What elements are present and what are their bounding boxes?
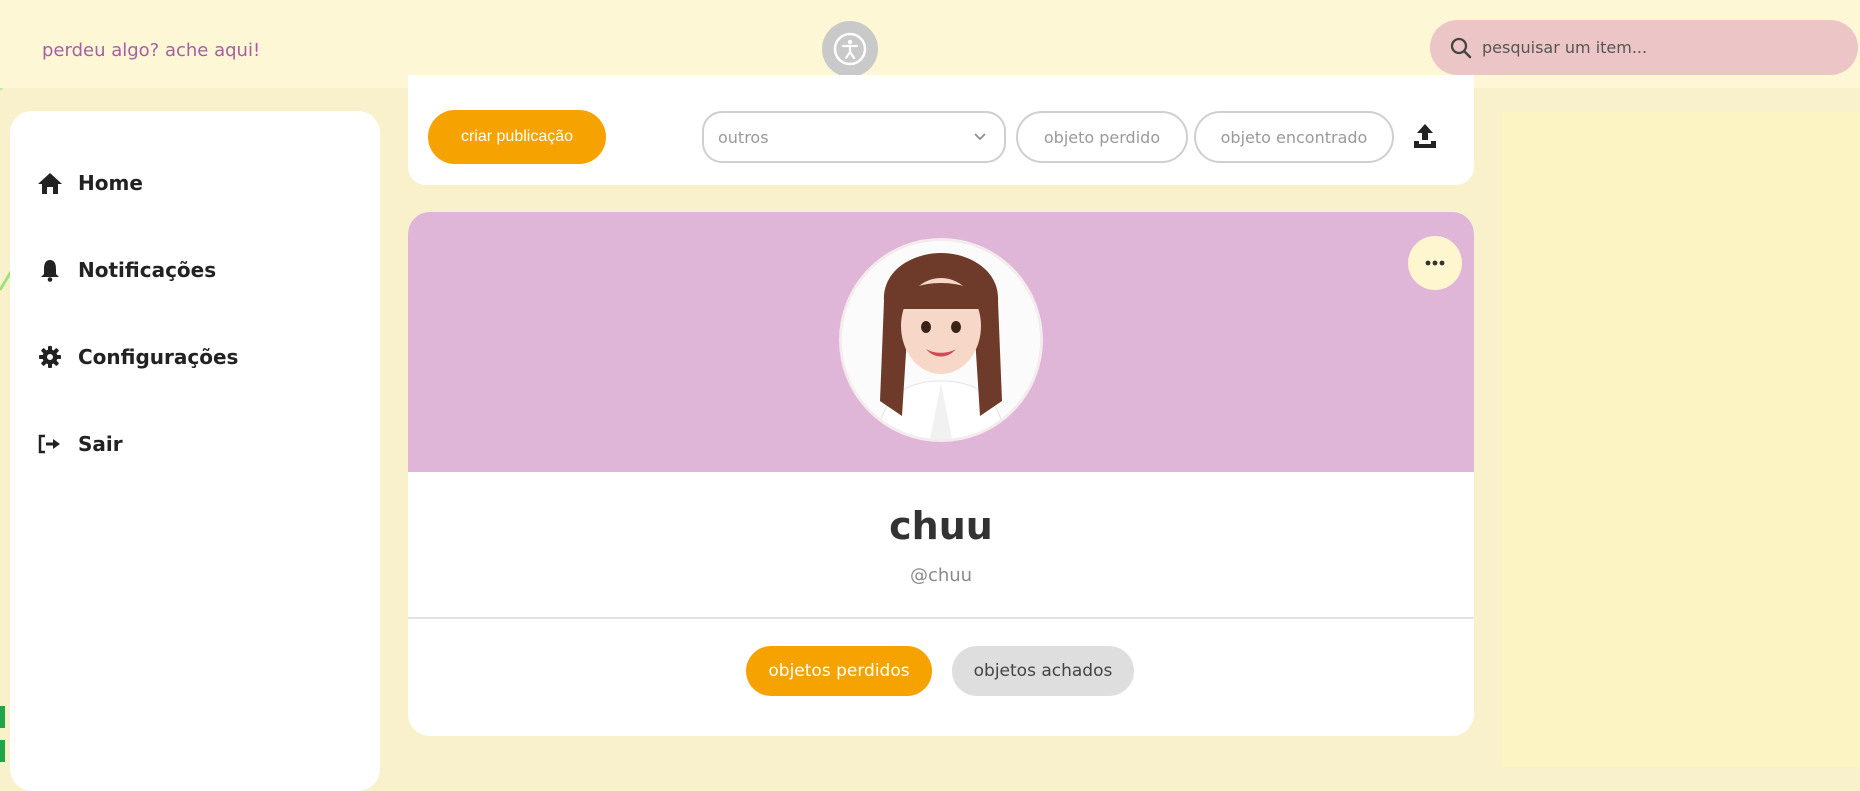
home-icon (34, 171, 66, 195)
found-object-button[interactable]: objeto encontrado (1194, 111, 1394, 163)
category-select[interactable]: outros (702, 111, 1006, 163)
gear-icon (34, 345, 66, 369)
profile-handle: @chuu (909, 565, 973, 586)
create-post-button[interactable]: criar publicação (428, 110, 606, 164)
search-bar[interactable] (1430, 20, 1858, 75)
profile-name: chuu (889, 504, 993, 548)
more-horizontal-icon (1425, 260, 1445, 266)
category-select-value: outros (718, 127, 769, 147)
profile-photo (842, 241, 1040, 439)
logout-icon (34, 434, 66, 454)
more-options-button[interactable] (1408, 236, 1462, 290)
sidebar: Home Notificações Configurações Sair (10, 111, 380, 791)
avatar (839, 238, 1043, 442)
right-panel (1502, 112, 1860, 767)
post-toolbar: criar publicação outros objeto perdido o… (408, 75, 1474, 185)
sidebar-item-label: Configurações (78, 345, 239, 369)
sidebar-item-settings[interactable]: Configurações (34, 337, 238, 377)
chevron-down-icon (974, 133, 986, 141)
search-icon (1450, 37, 1472, 58)
profile-banner (408, 212, 1474, 472)
sidebar-item-notifications[interactable]: Notificações (34, 250, 216, 290)
app-tagline: perdeu algo? ache aqui! (42, 40, 261, 61)
tab-lost-objects[interactable]: objetos perdidos (746, 646, 932, 696)
lost-object-button[interactable]: objeto perdido (1016, 111, 1188, 163)
sidebar-item-label: Notificações (78, 258, 217, 282)
tab-found-objects[interactable]: objetos achados (952, 646, 1134, 696)
search-input[interactable] (1480, 37, 1824, 58)
sidebar-item-label: Sair (78, 432, 123, 456)
divider (408, 617, 1474, 619)
accessibility-button[interactable] (822, 21, 878, 77)
upload-icon (1414, 124, 1436, 148)
bell-icon (34, 258, 66, 282)
sidebar-item-label: Home (78, 171, 143, 195)
sidebar-item-home[interactable]: Home (34, 163, 143, 203)
upload-button[interactable] (1408, 119, 1442, 153)
sidebar-item-logout[interactable]: Sair (34, 424, 123, 464)
profile-card: chuu @chuu objetos perdidos objetos acha… (408, 212, 1474, 736)
accessibility-icon (833, 32, 867, 66)
